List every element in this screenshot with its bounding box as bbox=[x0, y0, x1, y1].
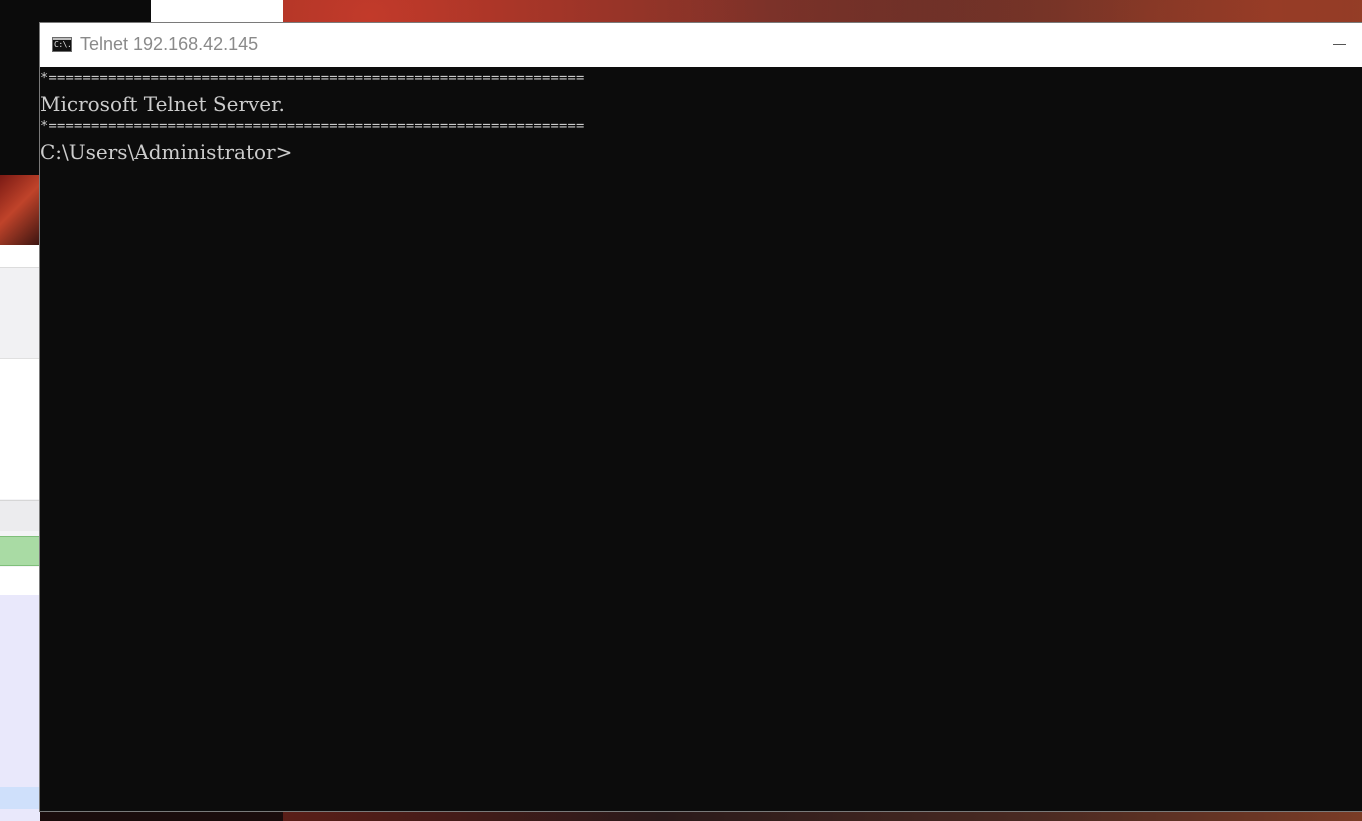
command-prompt-line[interactable]: C:\Users\Administrator> bbox=[40, 140, 292, 164]
title-bar[interactable]: C:\. Telnet 192.168.42.145 bbox=[40, 23, 1362, 67]
minimize-button[interactable] bbox=[1316, 23, 1362, 67]
background-app-row bbox=[0, 567, 40, 595]
command-prompt-icon: C:\. bbox=[52, 37, 72, 52]
console-banner-line: Microsoft Telnet Server. bbox=[40, 92, 285, 116]
minimize-icon bbox=[1333, 44, 1346, 45]
console-output[interactable]: *=======================================… bbox=[40, 67, 1362, 811]
background-app-panel bbox=[0, 359, 40, 499]
background-app-toolbar bbox=[0, 500, 40, 531]
window-title: Telnet 192.168.42.145 bbox=[80, 34, 259, 54]
background-app-panel bbox=[0, 268, 40, 359]
console-separator-line: *=======================================… bbox=[40, 71, 585, 86]
background-app-selected-row bbox=[0, 787, 40, 809]
telnet-window[interactable]: C:\. Telnet 192.168.42.145 *============… bbox=[40, 23, 1362, 811]
desktop: C:\. Telnet 192.168.42.145 *============… bbox=[0, 0, 1362, 821]
background-app-row bbox=[0, 245, 40, 268]
background-app-progress-bar bbox=[0, 536, 40, 566]
desktop-wallpaper-fragment bbox=[0, 175, 40, 245]
background-application-window[interactable] bbox=[0, 245, 40, 821]
console-separator-line: *=======================================… bbox=[40, 119, 585, 134]
background-window-white bbox=[151, 0, 283, 23]
